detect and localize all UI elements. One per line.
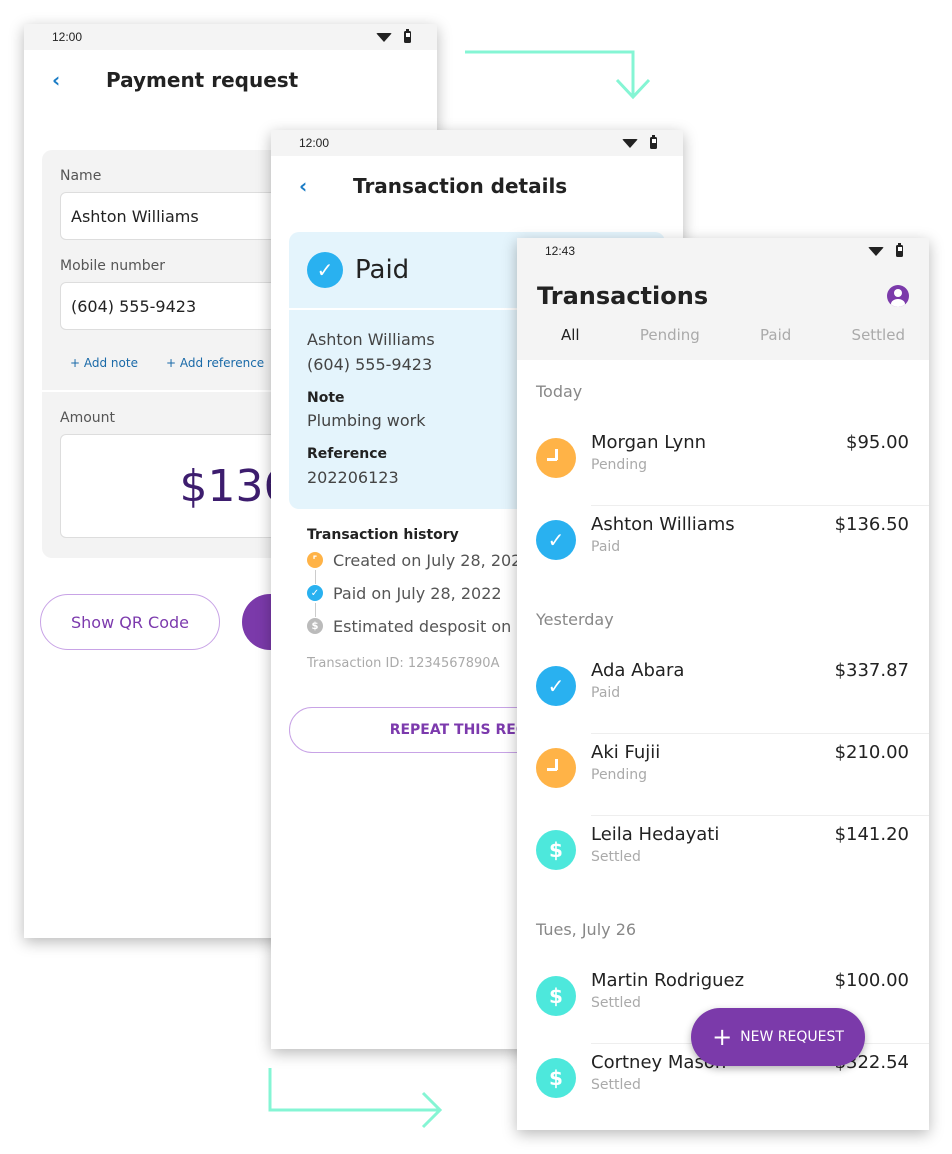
clock-icon (536, 748, 576, 788)
payer-name: Leila Hedayati (591, 824, 720, 845)
dollar-icon: $ (536, 830, 576, 870)
battery-icon (650, 135, 657, 149)
wifi-icon (376, 32, 392, 42)
check-circle-icon: ✓ (536, 666, 576, 706)
status-label: Paid (591, 539, 621, 555)
tab-pending[interactable]: Pending (640, 326, 700, 344)
status-bar: 12:00 (24, 24, 437, 50)
plus-icon: + (712, 1023, 733, 1051)
flow-arrow-bottom (268, 1068, 443, 1129)
page-title: Transactions (537, 282, 709, 310)
amount: $100.00 (834, 970, 909, 991)
payer-name: Ashton Williams (591, 514, 735, 535)
amount: $337.87 (834, 660, 909, 681)
status-time: 12:43 (545, 244, 576, 258)
status-time: 12:00 (52, 30, 83, 44)
add-reference-link[interactable]: + Add reference (166, 356, 264, 370)
tab-all[interactable]: All (561, 326, 580, 344)
amount: $210.00 (834, 742, 909, 763)
wifi-icon (622, 138, 638, 148)
dollar-icon: $ (536, 976, 576, 1016)
transaction-row[interactable]: ✓ Ada Abara Paid $337.87 (517, 652, 929, 734)
back-button[interactable]: ‹ (299, 174, 353, 198)
status-label: Settled (591, 1077, 641, 1093)
status-label: Pending (591, 457, 647, 473)
transaction-row[interactable]: $ Leila Hedayati Settled $141.20 (517, 816, 929, 898)
battery-icon (896, 243, 903, 257)
flow-arrow-top (465, 50, 651, 100)
status-label: Paid (355, 255, 410, 285)
clock-icon: ⌜ (307, 552, 323, 569)
dollar-icon: $ (307, 618, 323, 635)
timeline-connector (315, 602, 316, 617)
history-text: Created on July 28, 2022 (333, 550, 532, 570)
show-qr-button[interactable]: Show QR Code (40, 594, 220, 650)
check-circle-icon: ✓ (307, 252, 343, 288)
payer-name: Martin Rodriguez (591, 970, 745, 991)
transaction-row[interactable]: ✓ Ashton Williams Paid $136.50 (517, 506, 929, 588)
check-circle-icon: ✓ (536, 520, 576, 560)
add-note-link[interactable]: + Add note (70, 356, 138, 370)
new-request-label: NEW REQUEST (740, 1029, 844, 1045)
status-time: 12:00 (299, 136, 330, 150)
account-avatar-icon[interactable] (887, 285, 909, 307)
tab-paid[interactable]: Paid (760, 326, 791, 344)
payer-name: Ada Abara (591, 660, 685, 681)
status-bar: 12:43 (517, 238, 929, 264)
status-label: Pending (591, 767, 647, 783)
section-label: Today (536, 382, 583, 401)
history-text: Estimated desposit on (333, 616, 512, 636)
status-label: Paid (591, 685, 621, 701)
check-icon: ✓ (307, 585, 323, 602)
tab-settled[interactable]: Settled (852, 326, 905, 344)
payer-name: Aki Fujii (591, 742, 661, 763)
amount: $136.50 (834, 514, 909, 535)
wifi-icon (868, 246, 884, 256)
amount: $141.20 (834, 824, 909, 845)
history-text: Paid on July 28, 2022 (333, 583, 502, 603)
battery-icon (404, 29, 411, 43)
amount: $95.00 (846, 432, 909, 453)
page-title: Payment request (106, 68, 299, 92)
timeline-connector (315, 569, 316, 584)
section-label: Tues, July 26 (536, 920, 637, 939)
transaction-row[interactable]: Morgan Lynn Pending $95.00 (517, 424, 929, 506)
new-request-button[interactable]: + NEW REQUEST (691, 1008, 865, 1066)
section-label: Yesterday (536, 610, 614, 629)
back-button[interactable]: ‹ (52, 68, 106, 92)
status-bar: 12:00 (271, 130, 683, 156)
transactions-screen: 12:43 Transactions All Pending Paid Sett… (517, 238, 929, 1130)
filter-tabs: All Pending Paid Settled (537, 310, 909, 360)
clock-icon (536, 438, 576, 478)
payer-name: Morgan Lynn (591, 432, 707, 453)
status-label: Settled (591, 849, 641, 865)
transaction-row[interactable]: Aki Fujii Pending $210.00 (517, 734, 929, 816)
page-title: Transaction details (353, 174, 568, 198)
dollar-icon: $ (536, 1058, 576, 1098)
